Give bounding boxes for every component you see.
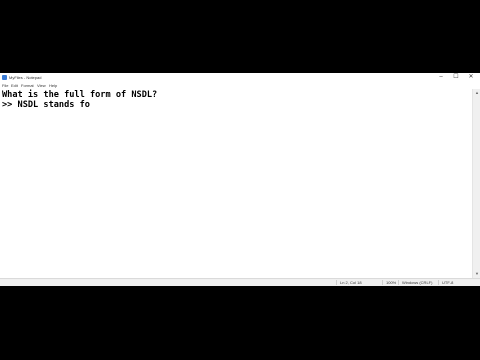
- vertical-scrollbar[interactable]: ▲ ▼: [472, 89, 480, 278]
- zoom-level: 100%: [386, 280, 397, 285]
- status-divider: [438, 280, 439, 285]
- notepad-window: MyFiles - Notepad – ☐ ✕ File Edit Format…: [0, 73, 480, 286]
- status-bar: Ln 2, Col 18 100% Windows (CRLF) UTF-8: [0, 278, 480, 286]
- editor-line-1: What is the full form of NSDL?: [2, 90, 158, 100]
- status-divider: [336, 280, 337, 285]
- title-bar[interactable]: MyFiles - Notepad – ☐ ✕: [0, 73, 480, 82]
- line-ending: Windows (CRLF): [402, 280, 433, 285]
- scroll-down-arrow-icon[interactable]: ▼: [474, 271, 480, 277]
- window-title: MyFiles - Notepad: [9, 75, 42, 80]
- text-editor[interactable]: What is the full form of NSDL? >> NSDL s…: [0, 89, 472, 278]
- maximize-button[interactable]: ☐: [449, 73, 463, 82]
- editor-line-2: >> NSDL stands fo: [2, 100, 90, 110]
- cursor-position: Ln 2, Col 18: [340, 280, 362, 285]
- status-divider: [382, 280, 383, 285]
- menu-bar: File Edit Format View Help: [0, 82, 480, 89]
- scroll-up-arrow-icon[interactable]: ▲: [474, 90, 480, 96]
- notepad-icon: [2, 75, 7, 80]
- status-divider: [398, 280, 399, 285]
- encoding: UTF-8: [442, 280, 454, 285]
- minimize-button[interactable]: –: [434, 73, 448, 82]
- close-button[interactable]: ✕: [464, 73, 478, 82]
